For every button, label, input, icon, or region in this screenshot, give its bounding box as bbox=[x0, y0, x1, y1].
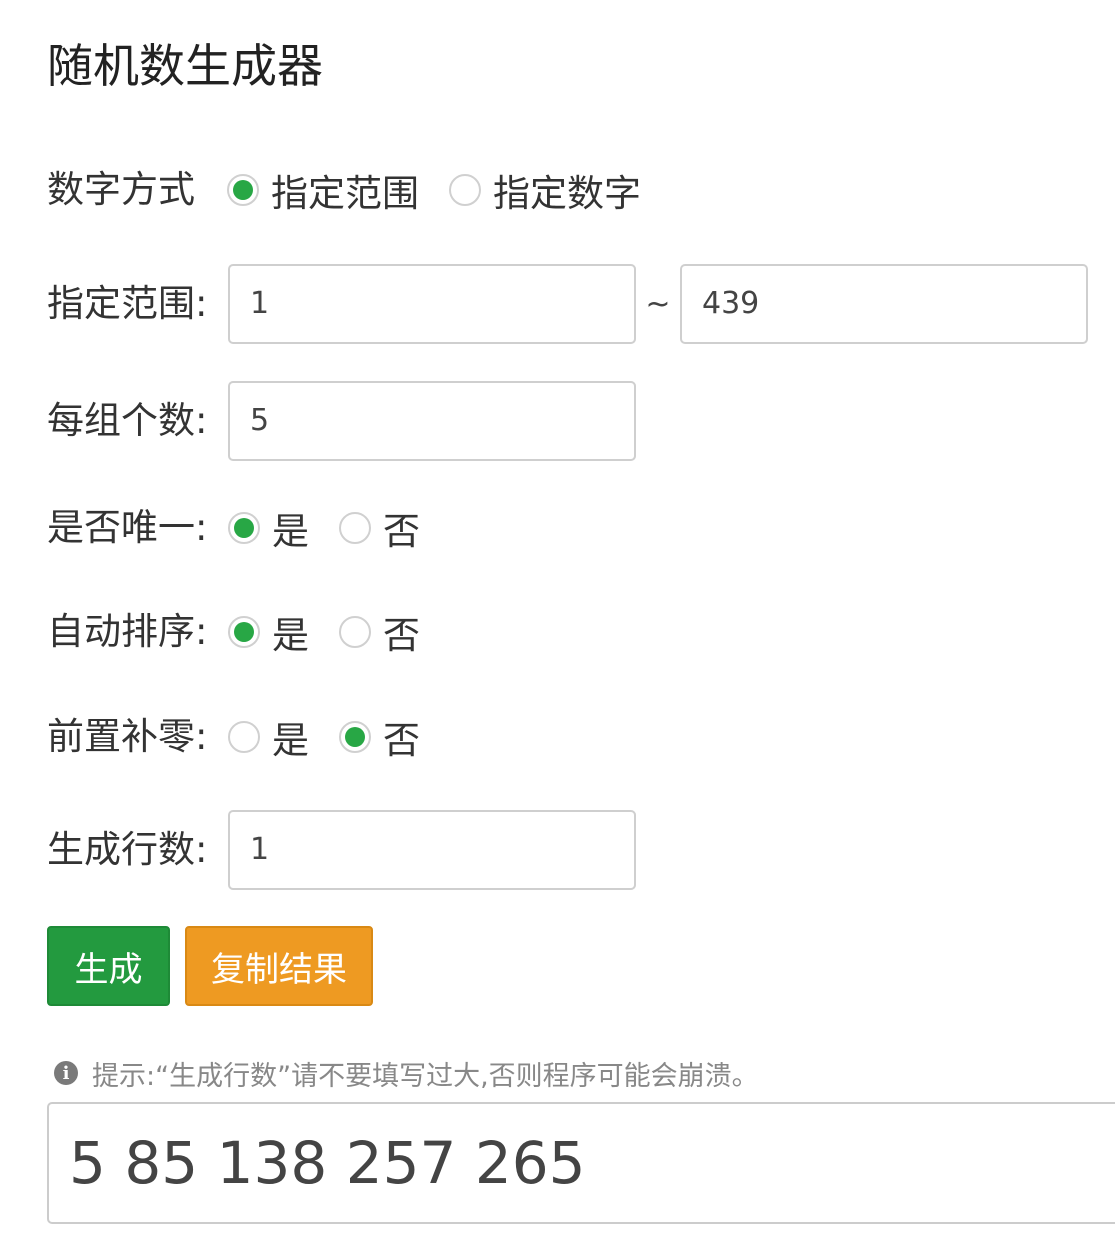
auto-sort-row: 自动排序: 是 否 bbox=[47, 592, 420, 672]
unique-label: 是否唯一: bbox=[47, 506, 208, 549]
radio-unchecked-icon bbox=[228, 721, 260, 753]
per-group-row: 每组个数: 5 bbox=[47, 381, 636, 461]
mode-label: 数字方式 bbox=[47, 168, 195, 211]
auto-sort-radio-yes-label: 是 bbox=[272, 614, 309, 657]
auto-sort-radio-no-label: 否 bbox=[383, 614, 420, 657]
auto-sort-radio-no[interactable]: 否 bbox=[339, 605, 420, 659]
range-min-input[interactable]: 1 bbox=[228, 264, 636, 344]
radio-checked-icon bbox=[228, 512, 260, 544]
unique-row: 是否唯一: 是 否 bbox=[47, 488, 420, 568]
unique-radio-no-label: 否 bbox=[383, 510, 420, 553]
range-row: 指定范围: 1 ~ 439 bbox=[47, 264, 1088, 344]
mode-radio-range[interactable]: 指定范围 bbox=[227, 163, 419, 217]
info-icon: i bbox=[54, 1061, 78, 1085]
rows-input[interactable]: 1 bbox=[228, 810, 636, 890]
zero-pad-radio-no[interactable]: 否 bbox=[339, 710, 420, 764]
zero-pad-label: 前置补零: bbox=[47, 715, 208, 758]
radio-checked-icon bbox=[228, 616, 260, 648]
mode-radio-number-label: 指定数字 bbox=[493, 172, 641, 215]
radio-unchecked-icon bbox=[339, 616, 371, 648]
unique-radio-yes-label: 是 bbox=[272, 510, 309, 553]
mode-row: 数字方式 指定范围 指定数字 bbox=[47, 150, 641, 230]
page-title: 随机数生成器 bbox=[47, 39, 323, 93]
unique-radio-no[interactable]: 否 bbox=[339, 501, 420, 555]
zero-pad-radio-yes[interactable]: 是 bbox=[228, 710, 309, 764]
range-max-input[interactable]: 439 bbox=[680, 264, 1088, 344]
per-group-label: 每组个数: bbox=[47, 399, 208, 442]
radio-unchecked-icon bbox=[339, 512, 371, 544]
range-separator: ~ bbox=[645, 286, 671, 322]
auto-sort-radio-yes[interactable]: 是 bbox=[228, 605, 309, 659]
copy-result-button[interactable]: 复制结果 bbox=[185, 926, 373, 1006]
rows-label: 生成行数: bbox=[47, 828, 208, 871]
mode-radio-number[interactable]: 指定数字 bbox=[449, 163, 641, 217]
hint: i 提示:“生成行数”请不要填写过大,否则程序可能会崩溃。 bbox=[54, 1052, 759, 1094]
range-label: 指定范围: bbox=[47, 282, 208, 325]
unique-radio-yes[interactable]: 是 bbox=[228, 501, 309, 555]
mode-radio-range-label: 指定范围 bbox=[271, 172, 419, 215]
zero-pad-radio-yes-label: 是 bbox=[272, 719, 309, 762]
zero-pad-row: 前置补零: 是 否 bbox=[47, 697, 420, 777]
radio-checked-icon bbox=[227, 174, 259, 206]
rows-row: 生成行数: 1 bbox=[47, 810, 636, 890]
zero-pad-radio-no-label: 否 bbox=[383, 719, 420, 762]
radio-unchecked-icon bbox=[449, 174, 481, 206]
auto-sort-label: 自动排序: bbox=[47, 610, 208, 653]
radio-checked-icon bbox=[339, 721, 371, 753]
per-group-input[interactable]: 5 bbox=[228, 381, 636, 461]
generate-button[interactable]: 生成 bbox=[47, 926, 170, 1006]
result-output[interactable]: 5 85 138 257 265 bbox=[47, 1102, 1115, 1224]
hint-text: 提示:“生成行数”请不要填写过大,否则程序可能会崩溃。 bbox=[92, 1060, 759, 1092]
